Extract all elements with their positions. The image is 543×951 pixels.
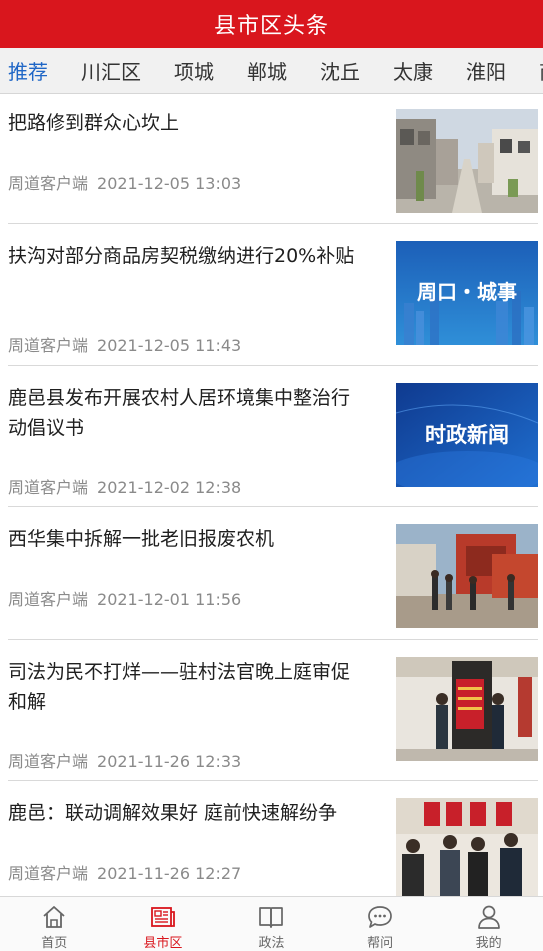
article-time: 2021-12-05 11:43 bbox=[97, 336, 242, 355]
article-thumbnail[interactable] bbox=[396, 798, 538, 896]
article-thumbnail[interactable] bbox=[396, 109, 538, 213]
article-thumbnail[interactable] bbox=[396, 657, 538, 761]
article-time: 2021-12-01 11:56 bbox=[97, 590, 242, 609]
page-title-bar: 县市区头条 bbox=[0, 0, 543, 48]
nav-help[interactable]: 帮问 bbox=[326, 897, 435, 951]
nav-county[interactable]: 县市区 bbox=[109, 897, 218, 951]
tab-chuanhui[interactable]: 川汇区 bbox=[81, 56, 141, 85]
article-item[interactable]: 鹿邑：联动调解效果好 庭前快速解纷争 周道客户端 2021-11-26 12:27 bbox=[0, 781, 543, 896]
court-banner-image bbox=[396, 657, 538, 761]
bottom-navigation: 首页 县市区 政法 帮问 我的 bbox=[0, 896, 543, 951]
home-icon bbox=[43, 906, 65, 928]
article-feed: 把路修到群众心坎上 周道客户端 2021-12-05 13:03 扶沟对部分商品… bbox=[0, 94, 543, 896]
nav-profile-label: 我的 bbox=[475, 936, 502, 951]
article-meta: 周道客户端 2021-12-02 12:38 bbox=[8, 474, 241, 498]
tab-xiangcheng[interactable]: 项城 bbox=[174, 56, 214, 85]
article-title[interactable]: 鹿邑：联动调解效果好 庭前快速解纷争 bbox=[8, 798, 356, 828]
article-title[interactable]: 鹿邑县发布开展农村人居环境集中整治行动倡议书 bbox=[8, 383, 356, 443]
article-thumbnail[interactable] bbox=[396, 524, 538, 628]
banner-text: 时政新闻 bbox=[425, 423, 509, 447]
article-item[interactable]: 鹿邑县发布开展农村人居环境集中整治行动倡议书 周道客户端 2021-12-02 1… bbox=[0, 366, 543, 507]
article-thumbnail[interactable]: 周口・城事 bbox=[396, 241, 538, 345]
article-time: 2021-12-05 13:03 bbox=[97, 174, 242, 193]
article-meta: 周道客户端 2021-12-01 11:56 bbox=[8, 586, 241, 610]
article-source: 周道客户端 bbox=[8, 590, 89, 609]
article-title[interactable]: 把路修到群众心坎上 bbox=[8, 108, 356, 138]
article-source: 周道客户端 bbox=[8, 336, 89, 355]
article-title[interactable]: 西华集中拆解一批老旧报废农机 bbox=[8, 524, 356, 554]
book-icon bbox=[259, 907, 284, 928]
article-time: 2021-12-02 12:38 bbox=[97, 478, 242, 497]
nav-home[interactable]: 首页 bbox=[0, 897, 109, 951]
article-source: 周道客户端 bbox=[8, 752, 89, 771]
nav-profile[interactable]: 我的 bbox=[434, 897, 543, 951]
farm-machinery-image bbox=[396, 524, 538, 628]
page-title: 县市区头条 bbox=[213, 14, 329, 39]
article-item[interactable]: 司法为民不打烊——驻村法官晚上庭审促和解 周道客户端 2021-11-26 12:… bbox=[0, 640, 543, 781]
tab-dancheng[interactable]: 郸城 bbox=[247, 56, 287, 85]
article-title[interactable]: 司法为民不打烊——驻村法官晚上庭审促和解 bbox=[8, 657, 356, 717]
region-tab-bar: 推荐 川汇区 项城 郸城 沈丘 太康 淮阳 商水 bbox=[0, 48, 543, 94]
tab-recommended[interactable]: 推荐 bbox=[8, 56, 48, 85]
article-meta: 周道客户端 2021-12-05 11:43 bbox=[8, 332, 241, 356]
article-title[interactable]: 扶沟对部分商品房契税缴纳进行20%补贴 bbox=[8, 241, 356, 271]
politics-news-banner-image: 时政新闻 bbox=[396, 383, 538, 487]
article-item[interactable]: 扶沟对部分商品房契税缴纳进行20%补贴 周道客户端 2021-12-05 11:4… bbox=[0, 224, 543, 365]
nav-law-label: 政法 bbox=[258, 936, 285, 951]
nav-law[interactable]: 政法 bbox=[217, 897, 326, 951]
article-meta: 周道客户端 2021-11-26 12:27 bbox=[8, 860, 241, 884]
zhoukou-city-banner-image: 周口・城事 bbox=[396, 241, 538, 345]
nav-help-label: 帮问 bbox=[367, 936, 394, 951]
article-thumbnail[interactable]: 时政新闻 bbox=[396, 383, 538, 487]
article-item[interactable]: 把路修到群众心坎上 周道客户端 2021-12-05 13:03 bbox=[0, 94, 543, 224]
article-source: 周道客户端 bbox=[8, 478, 89, 497]
tab-shangshui[interactable]: 商水 bbox=[539, 56, 543, 85]
nav-county-label: 县市区 bbox=[143, 936, 183, 951]
tab-shenqiu[interactable]: 沈丘 bbox=[320, 56, 360, 85]
article-meta: 周道客户端 2021-12-05 13:03 bbox=[8, 170, 241, 194]
tab-taikang[interactable]: 太康 bbox=[393, 56, 433, 85]
article-item[interactable]: 西华集中拆解一批老旧报废农机 周道客户端 2021-12-01 11:56 bbox=[0, 507, 543, 639]
article-source: 周道客户端 bbox=[8, 864, 89, 883]
tab-huaiyang[interactable]: 淮阳 bbox=[466, 56, 506, 85]
newspaper-icon bbox=[150, 907, 175, 927]
nav-home-label: 首页 bbox=[41, 936, 68, 951]
mediation-meeting-image bbox=[396, 798, 538, 896]
article-time: 2021-11-26 12:27 bbox=[97, 864, 242, 883]
article-time: 2021-11-26 12:33 bbox=[97, 752, 242, 771]
chat-bubble-icon bbox=[368, 906, 392, 928]
banner-text: 周口・城事 bbox=[417, 280, 517, 304]
article-source: 周道客户端 bbox=[8, 174, 89, 193]
village-street-image bbox=[396, 109, 538, 213]
user-icon bbox=[477, 905, 500, 929]
article-meta: 周道客户端 2021-11-26 12:33 bbox=[8, 748, 241, 772]
